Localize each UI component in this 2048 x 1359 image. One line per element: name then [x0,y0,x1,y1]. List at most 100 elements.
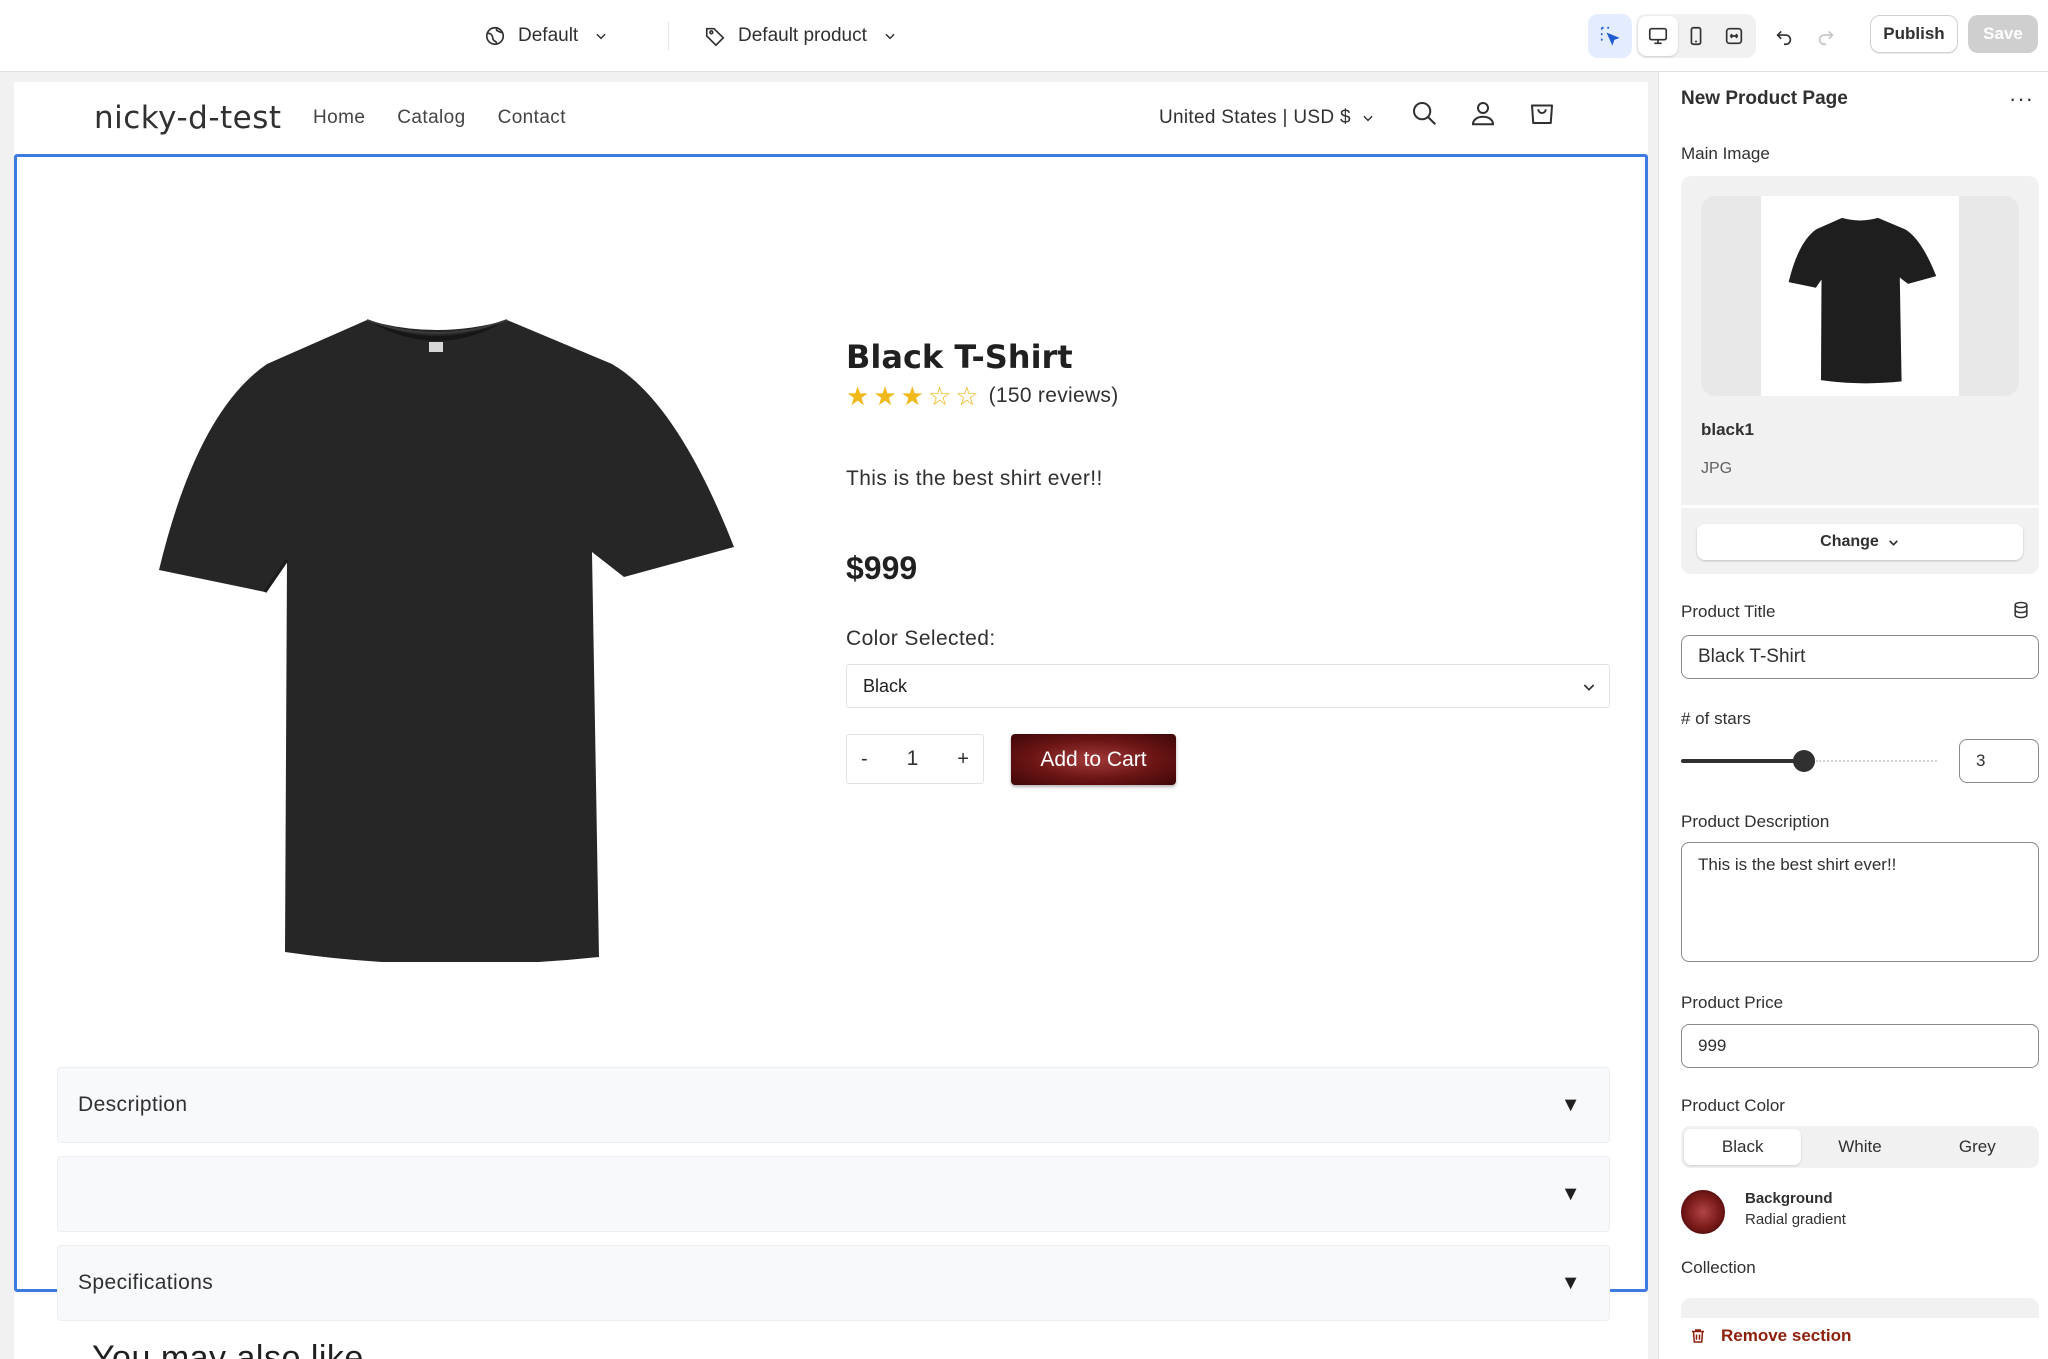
dynamic-source-icon[interactable] [2011,600,2031,620]
desktop-view-button[interactable] [1638,16,1678,56]
template-selector[interactable]: Default product [704,0,897,72]
image-thumbnail-frame [1761,196,1959,396]
color-selected-label: Color Selected: [846,627,996,650]
qty-decrease-button[interactable]: - [861,748,868,771]
triangle-down-icon: ▼ [1560,1272,1581,1294]
more-options-icon[interactable]: ··· [2009,86,2034,112]
triangle-down-icon: ▼ [1560,1183,1581,1205]
save-button[interactable]: Save [1968,15,2038,53]
collection-label: Collection [1681,1258,1756,1277]
collection-picker[interactable] [1681,1298,2039,1318]
accordion-title: Description [78,1093,188,1116]
account-button[interactable] [1466,96,1500,130]
qty-increase-button[interactable]: + [957,748,969,771]
star-filled-icon: ★ [846,381,870,411]
redo-icon [1818,30,1834,46]
fullwidth-view-button[interactable] [1714,14,1754,58]
star-filled-icon: ★ [900,381,924,411]
product-section[interactable]: Black T-Shirt ★ ★ ★ ☆ ☆ (150 reviews) Th… [14,154,1648,1321]
cart-button[interactable] [1525,96,1559,130]
color-option-black[interactable]: Black [1684,1129,1802,1165]
image-preview[interactable] [1701,196,2019,396]
remove-section-label: Remove section [1721,1326,1852,1345]
store-preview: nicky-d-test Home Catalog Contact United… [14,82,1648,1359]
chevron-down-icon [1363,115,1373,122]
color-select[interactable]: Black [846,664,1610,708]
undo-icon [1776,30,1792,46]
panel-title: New Product Page [1681,88,1848,109]
background-type: Radial gradient [1745,1211,1846,1228]
stars-number-input[interactable]: 3 [1959,739,2039,783]
color-option-grey[interactable]: Grey [1919,1129,2036,1165]
nav-link-contact[interactable]: Contact [498,107,566,129]
toolbar-divider [668,22,669,50]
locale-label: United States | USD $ [1159,107,1351,128]
panel-footer: Remove section [1659,1318,2048,1359]
description-textarea[interactable]: This is the best shirt ever!! [1681,842,2039,962]
slider-thumb[interactable] [1793,750,1815,772]
globe-icon [485,26,505,46]
store-header: nicky-d-test Home Catalog Contact United… [14,82,1648,154]
product-description: This is the best shirt ever!! [846,467,1103,490]
store-search-button[interactable] [1407,96,1441,130]
store-logo[interactable]: nicky-d-test [94,82,282,154]
undo-button[interactable] [1762,14,1806,58]
product-rating: ★ ★ ★ ☆ ☆ (150 reviews) [846,383,1119,409]
color-select-value: Black [863,675,908,696]
product-image-tshirt[interactable] [137,302,737,962]
editor-toolbar: Default Default product Publish Save [0,0,2048,72]
redo-button[interactable] [1804,14,1848,58]
image-card-divider [1681,505,2039,508]
accordion-specifications[interactable]: Specifications ▼ [57,1245,1610,1321]
nav-link-home[interactable]: Home [313,107,365,129]
color-label: Product Color [1681,1096,1785,1115]
quantity-stepper: - 1 + [846,734,984,784]
locale-selector[interactable]: United States | USD $ [1159,82,1375,154]
change-label: Change [1820,533,1879,550]
review-count[interactable]: (150 reviews) [989,384,1119,408]
also-like-heading: You may also like [92,1339,364,1359]
publish-button[interactable]: Publish [1870,15,1958,53]
accordion-description[interactable]: Description ▼ [57,1067,1610,1143]
mobile-icon [1690,26,1702,46]
tag-icon [705,27,725,47]
chevron-down-icon [1583,684,1595,691]
change-image-button[interactable]: Change [1697,524,2023,560]
price-label: Product Price [1681,993,1784,1012]
remove-section-button[interactable]: Remove section [1689,1326,1851,1346]
tshirt-thumbnail [1788,217,1937,384]
inspector-select-button[interactable] [1588,14,1632,58]
color-option-white[interactable]: White [1801,1129,1918,1165]
mobile-view-button[interactable] [1676,14,1716,58]
chevron-down-icon [1888,539,1898,546]
qty-value[interactable]: 1 [907,747,919,771]
star-empty-icon: ☆ [927,381,952,411]
nav-link-catalog[interactable]: Catalog [397,107,465,129]
star-filled-icon: ★ [873,381,897,411]
search-icon [1413,102,1436,125]
cart-icon [1531,104,1553,124]
settings-panel: New Product Page ··· Main Image black1 J… [1658,72,2048,1359]
background-title: Background [1745,1190,1833,1207]
product-title-label: Product Title [1681,602,1776,621]
star-empty-icon: ☆ [955,381,979,411]
product-price: $999 [846,550,918,586]
accordion-untitled[interactable]: ▼ [57,1156,1610,1232]
expand-icon [1725,27,1743,45]
accordion-title: Specifications [78,1271,214,1294]
store-nav: Home Catalog Contact [313,82,566,154]
main-image-card: black1 JPG Change [1681,176,2039,574]
stars-slider[interactable] [1681,750,1937,772]
color-segmented-control: Black White Grey [1681,1126,2039,1168]
chevron-down-icon [885,33,895,40]
theme-label: Default [518,25,579,46]
main-image-label: Main Image [1681,144,1770,163]
add-to-cart-button[interactable]: Add to Cart [1011,734,1176,785]
trash-icon [1692,1329,1704,1343]
theme-selector[interactable]: Default [484,0,608,72]
product-title-input[interactable]: Black T-Shirt [1681,635,2039,679]
background-color-swatch[interactable] [1681,1190,1725,1234]
cursor-select-icon [1600,26,1620,46]
price-input[interactable]: 999 [1681,1024,2039,1068]
slider-track-rest [1816,760,1937,762]
